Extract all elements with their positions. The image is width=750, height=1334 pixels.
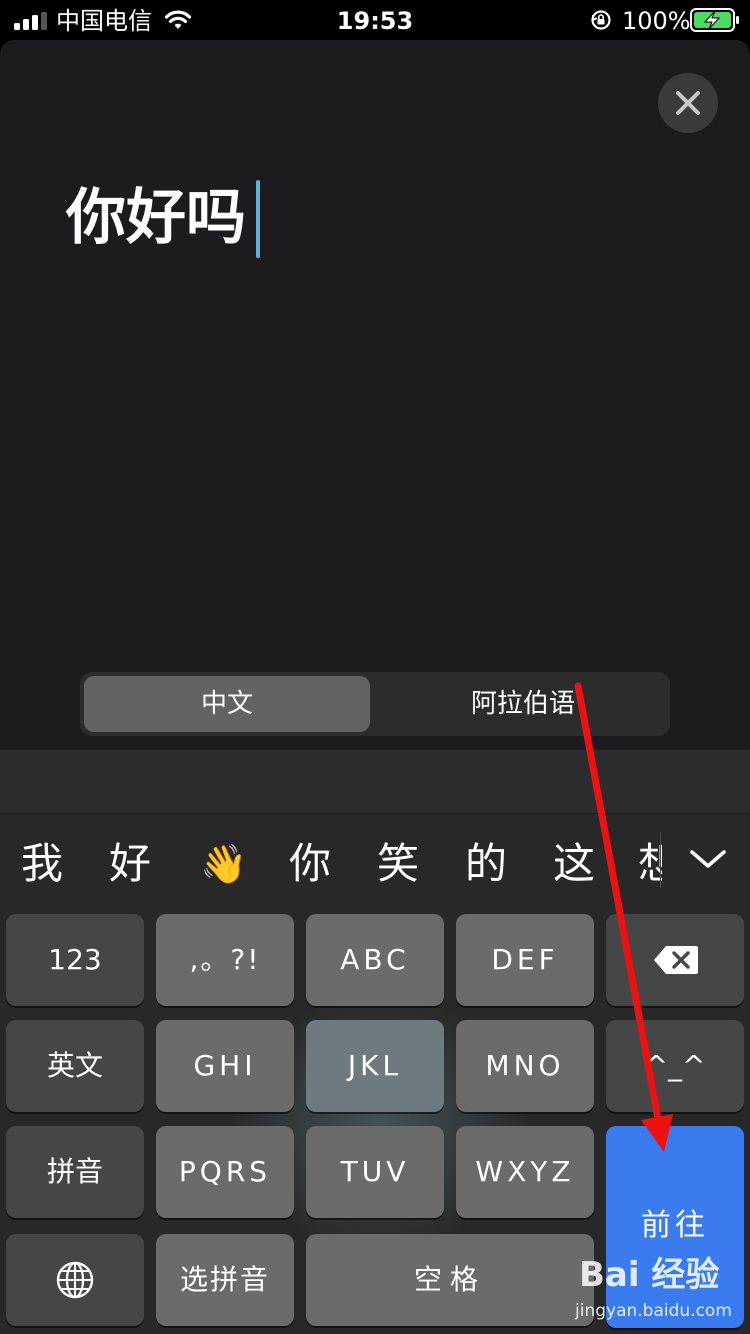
keyboard-accessory-bar: [0, 750, 750, 814]
space-key[interactable]: 空格: [306, 1234, 594, 1326]
tab-target-language[interactable]: 阿拉伯语: [380, 676, 666, 732]
key-label: 123: [48, 943, 102, 976]
key-label: 选拼音: [179, 1263, 270, 1296]
rotation-lock-icon: [591, 10, 611, 30]
watermark-logo: Bai 经验: [579, 1255, 720, 1295]
key-label: MNO: [485, 1049, 565, 1082]
key-label: ,。?!: [189, 943, 261, 976]
key-label: JKL: [347, 1049, 403, 1082]
key-label: GHI: [193, 1049, 257, 1082]
translation-input-text[interactable]: 你好吗: [66, 178, 246, 258]
tab-source-language[interactable]: 中文: [84, 676, 370, 732]
english-key[interactable]: 英文: [6, 1020, 144, 1112]
key-label: TUV: [340, 1155, 410, 1188]
candidate-item[interactable]: 的: [462, 834, 510, 894]
backspace-icon: [654, 946, 698, 974]
battery-charging-icon: [690, 8, 739, 32]
key-label: 前往: [641, 1208, 709, 1243]
candidate-bar: 我 好 👋 你 笑 的 这 想: [0, 814, 750, 914]
globe-key[interactable]: [6, 1234, 144, 1326]
select-pinyin-key[interactable]: 选拼音: [156, 1234, 294, 1326]
battery-percent: 100%: [622, 7, 691, 35]
delete-key[interactable]: [606, 914, 744, 1006]
key-wxyz[interactable]: WXYZ: [456, 1126, 594, 1218]
candidate-item[interactable]: 这: [550, 834, 598, 894]
key-mno[interactable]: MNO: [456, 1020, 594, 1112]
globe-icon: [56, 1261, 94, 1299]
language-toggle: 中文 阿拉伯语: [80, 672, 670, 736]
baidu-jingyan-watermark: Bai 经验 jingyan.baidu.com: [575, 1250, 745, 1330]
candidate-item[interactable]: 👋: [196, 834, 252, 894]
candidate-item[interactable]: 你: [286, 834, 334, 894]
translate-input-sheet: [0, 40, 750, 760]
status-bar: 中国电信 19:53 100%: [0, 0, 750, 40]
candidate-item[interactable]: 想: [638, 834, 662, 894]
key-jkl[interactable]: JKL: [306, 1020, 444, 1112]
close-button[interactable]: [658, 73, 718, 133]
text-caret: [256, 180, 260, 258]
key-label: 拼音: [46, 1155, 103, 1188]
key-ghi[interactable]: GHI: [156, 1020, 294, 1112]
key-pqrs[interactable]: PQRS: [156, 1126, 294, 1218]
key-tuv[interactable]: TUV: [306, 1126, 444, 1218]
chevron-down-icon[interactable]: [686, 844, 730, 874]
candidate-item[interactable]: 我: [18, 834, 66, 894]
key-label: DEF: [491, 943, 559, 976]
key-label: PQRS: [178, 1155, 272, 1188]
candidate-divider: [660, 832, 661, 888]
punctuation-key[interactable]: ,。?!: [156, 914, 294, 1006]
key-label: ABC: [340, 943, 410, 976]
key-label: 英文: [46, 1049, 103, 1082]
candidate-item[interactable]: 笑: [374, 834, 422, 894]
key-abc[interactable]: ABC: [306, 914, 444, 1006]
key-label: 空格: [413, 1263, 486, 1296]
key-label: WXYZ: [475, 1155, 575, 1188]
emoticon-key[interactable]: ^_^: [606, 1020, 744, 1112]
key-label: ^_^: [644, 1049, 706, 1082]
watermark-site: jingyan.baidu.com: [575, 1301, 732, 1321]
numbers-key[interactable]: 123: [6, 914, 144, 1006]
key-def[interactable]: DEF: [456, 914, 594, 1006]
pinyin-key[interactable]: 拼音: [6, 1126, 144, 1218]
candidate-item[interactable]: 好: [106, 834, 154, 894]
close-icon: [676, 91, 700, 115]
